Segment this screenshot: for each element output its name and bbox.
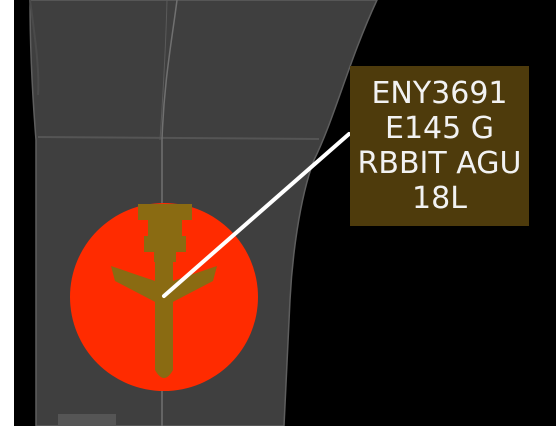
datablock-callsign: ENY3691: [371, 76, 508, 111]
datablock-type: E145 G: [385, 111, 494, 146]
surface-display: ENY3691 E145 G RBBIT AGU 18L: [0, 0, 556, 426]
radar-scope[interactable]: ENY3691 E145 G RBBIT AGU 18L: [14, 0, 556, 426]
pavement-marker: [58, 414, 116, 426]
datablock-runway: 18L: [412, 181, 467, 216]
aircraft-datablock[interactable]: ENY3691 E145 G RBBIT AGU 18L: [350, 66, 529, 226]
datablock-route: RBBIT AGU: [357, 146, 522, 181]
